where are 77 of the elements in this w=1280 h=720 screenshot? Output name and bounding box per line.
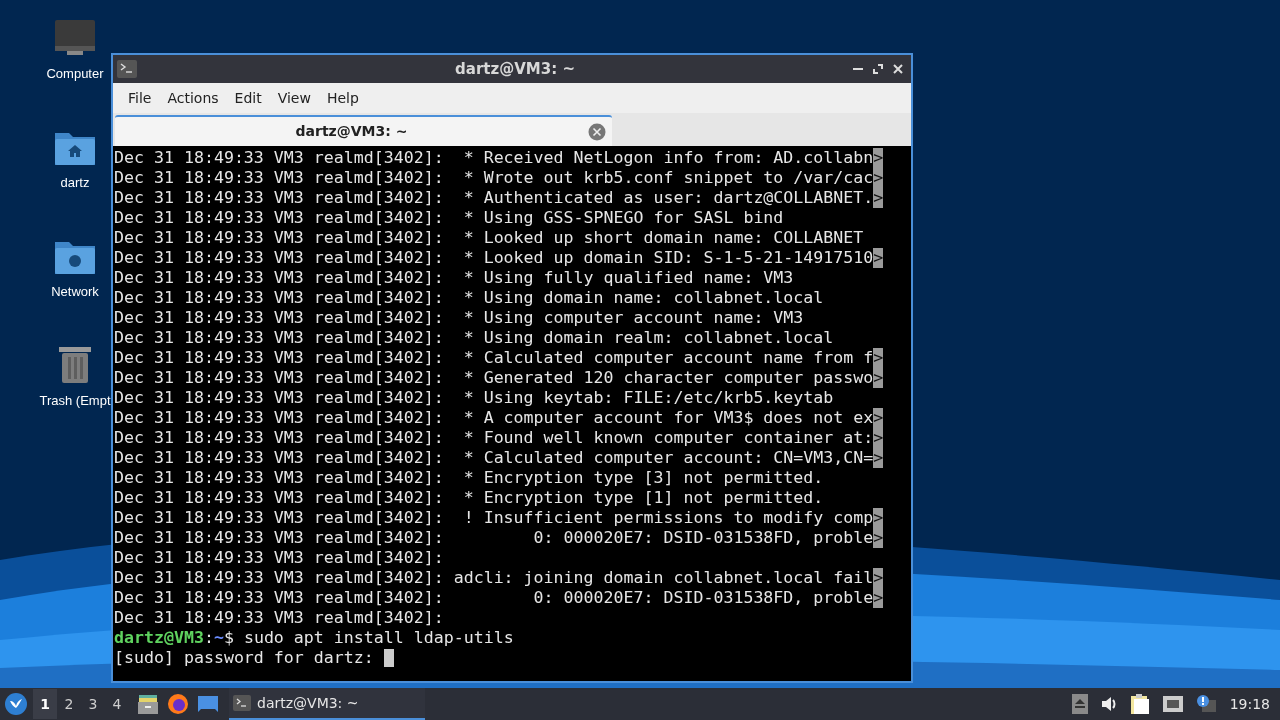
menu-item[interactable]: Actions [160, 87, 226, 109]
log-line: Dec 31 18:49:33 VM3 realmd[3402]: * Using GSS-SPNEGO for SASL bind [114, 208, 784, 228]
password-prompt: [sudo] password for dartz: [114, 648, 375, 668]
maximize-icon[interactable] [873, 64, 883, 74]
log-line: Dec 31 18:49:33 VM3 realmd[3402]: * Authenticated as user: dartz@COLLABNET. [114, 188, 874, 208]
terminal-area[interactable] [113, 146, 911, 681]
notification-icon[interactable] [1195, 694, 1218, 714]
menu-item[interactable]: Help [319, 87, 366, 109]
workspace-button[interactable]: 3 [81, 689, 105, 719]
close-icon[interactable] [588, 122, 606, 141]
log-line: Dec 31 18:49:33 VM3 realmd[3402]: * Found well known computer container at: [114, 428, 874, 448]
command-text: $ sudo apt install ldap-utils [223, 628, 514, 648]
log-line: Dec 31 18:49:33 VM3 realmd[3402]: * Using keytab: FILE:/etc/krb5.keytab [114, 388, 834, 408]
clock[interactable]: 19:18 [1229, 693, 1270, 715]
file-cabinet-icon[interactable] [137, 693, 159, 715]
overflow-marker: > [873, 148, 884, 168]
desktop-icon-label[interactable]: Trash (Empt [39, 391, 111, 411]
overflow-marker: > [873, 348, 884, 368]
desktop-icon-label[interactable]: Computer [46, 64, 104, 84]
monitor-icon [53, 18, 97, 58]
log-line: Dec 31 18:49:33 VM3 realmd[3402]: * Using domain realm: collabnet.local [114, 328, 834, 348]
log-line: Dec 31 18:49:33 VM3 realmd[3402]: [114, 608, 444, 628]
prompt-path: ~ [213, 628, 224, 648]
terminal-tab[interactable]: dartz@VM3: ~ [115, 115, 612, 146]
tab-label: dartz@VM3: ~ [294, 122, 409, 141]
prompt-separator: : [203, 628, 214, 648]
log-line: Dec 31 18:49:33 VM3 realmd[3402]: * Using fully qualified name: VM3 [114, 268, 794, 288]
overflow-marker: > [873, 368, 884, 388]
menu-icon[interactable] [5, 693, 27, 715]
terminal-icon [117, 60, 137, 78]
workspace-button[interactable]: 2 [57, 689, 81, 719]
prompt-user: dartz@VM3 [114, 628, 204, 648]
close-icon[interactable] [893, 64, 903, 74]
desktop-icon-label[interactable]: dartz [60, 173, 90, 193]
overflow-marker: > [873, 508, 884, 528]
overflow-marker: > [873, 448, 884, 468]
log-line: Dec 31 18:49:33 VM3 realmd[3402]: * A computer account for VM3$ does not ex [114, 408, 874, 428]
menu-item[interactable]: File [121, 87, 159, 109]
clipboard-icon[interactable] [1129, 693, 1150, 715]
log-line: Dec 31 18:49:33 VM3 realmd[3402]: 0: 000020E7: DSID-031538FD, proble [114, 528, 874, 548]
log-line: Dec 31 18:49:33 VM3 realmd[3402]: [114, 548, 444, 568]
log-line: Dec 31 18:49:33 VM3 realmd[3402]: * Generated 120 character computer passwo [114, 368, 874, 388]
log-line: Dec 31 18:49:33 VM3 realmd[3402]: adcli: joining domain collabnet.local fail [114, 568, 874, 588]
menu-item[interactable]: Edit [227, 87, 269, 109]
log-line: Dec 31 18:49:33 VM3 realmd[3402]: * Received NetLogon info from: AD.collabn [114, 148, 874, 168]
log-line: Dec 31 18:49:33 VM3 realmd[3402]: * Calculated computer account name from f [114, 348, 874, 368]
eject-icon[interactable] [1071, 694, 1088, 714]
overflow-marker: > [873, 528, 884, 548]
network-icon[interactable] [1161, 694, 1184, 714]
terminal-icon [233, 695, 251, 711]
overflow-marker: > [873, 568, 884, 588]
volume-icon[interactable] [1099, 695, 1118, 713]
browser-icon[interactable] [167, 693, 189, 715]
overflow-marker: > [873, 408, 884, 428]
overflow-marker: > [873, 168, 884, 188]
workspace-button[interactable]: 1 [33, 689, 57, 719]
log-line: Dec 31 18:49:33 VM3 realmd[3402]: * Looked up short domain name: COLLABNET [114, 228, 864, 248]
log-line: Dec 31 18:49:33 VM3 realmd[3402]: * Encryption type [3] not permitted. [114, 468, 824, 488]
overflow-marker: > [873, 248, 884, 268]
workspace-button[interactable]: 4 [105, 689, 129, 719]
log-line: Dec 31 18:49:33 VM3 realmd[3402]: * Wrote out krb5.conf snippet to /var/cac [114, 168, 874, 188]
overflow-marker: > [873, 188, 884, 208]
log-line: Dec 31 18:49:33 VM3 realmd[3402]: * Using domain name: collabnet.local [114, 288, 824, 308]
log-line: Dec 31 18:49:33 VM3 realmd[3402]: * Looked up domain SID: S-1-5-21-14917510 [114, 248, 874, 268]
desktop-icon-label[interactable]: Network [51, 282, 99, 302]
log-line: Dec 31 18:49:33 VM3 realmd[3402]: 0: 000020E7: DSID-031538FD, proble [114, 588, 874, 608]
overflow-marker: > [873, 588, 884, 608]
cursor [383, 649, 394, 667]
window-title: dartz@VM3: ~ [454, 58, 576, 80]
menu-item[interactable]: View [270, 87, 318, 109]
overflow-marker: > [873, 428, 884, 448]
log-line: Dec 31 18:49:33 VM3 realmd[3402]: * Calculated computer account: CN=VM3,CN= [114, 448, 874, 468]
window-icon[interactable] [197, 694, 219, 714]
log-line: Dec 31 18:49:33 VM3 realmd[3402]: * Encryption type [1] not permitted. [114, 488, 824, 508]
taskbar-task[interactable]: dartz@VM3: ~ [229, 688, 425, 720]
log-line: Dec 31 18:49:33 VM3 realmd[3402]: ! Insufficient permissions to modify comp [114, 508, 874, 528]
log-line: Dec 31 18:49:33 VM3 realmd[3402]: * Using computer account name: VM3 [114, 308, 804, 328]
